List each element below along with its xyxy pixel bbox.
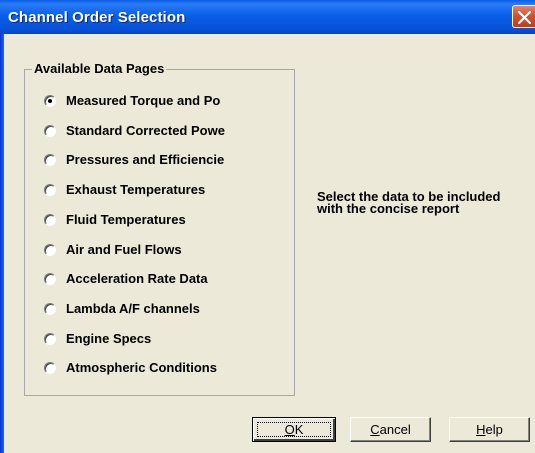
radio-button[interactable]	[44, 184, 56, 196]
close-icon	[518, 11, 531, 24]
radio-label: Lambda A/F channels	[66, 301, 200, 316]
radio-label: Atmospheric Conditions	[66, 360, 217, 375]
cancel-button[interactable]: Cancel	[350, 417, 431, 442]
info-text: Select the data to be included with the …	[317, 189, 501, 216]
radio-label: Standard Corrected Powe	[66, 123, 225, 138]
radio-button[interactable]	[44, 273, 56, 285]
focus-rectangle	[257, 422, 331, 437]
radio-label: Fluid Temperatures	[66, 212, 186, 227]
radio-option[interactable]: Atmospheric Conditions	[44, 359, 249, 377]
window-title: Channel Order Selection	[8, 9, 186, 26]
radio-button[interactable]	[44, 214, 56, 226]
radio-button[interactable]	[44, 125, 56, 137]
ok-button[interactable]: OK	[252, 417, 336, 442]
close-button[interactable]	[512, 5, 535, 28]
radio-button[interactable]	[44, 362, 56, 374]
cancel-mnemonic: C	[370, 422, 380, 437]
dialog-window: Channel Order Selection Available Data P…	[0, 0, 535, 453]
radio-option[interactable]: Standard Corrected Powe	[44, 122, 249, 140]
radio-button[interactable]	[44, 303, 56, 315]
radio-selected-dot	[48, 99, 52, 103]
radio-label: Exhaust Temperatures	[66, 182, 206, 197]
radio-button[interactable]	[44, 333, 56, 345]
radio-button[interactable]	[44, 154, 56, 166]
radio-option[interactable]: Pressures and Efficiencie	[44, 151, 249, 169]
groupbox-legend: Available Data Pages	[32, 61, 167, 76]
window-frame-left	[0, 34, 4, 453]
help-label-rest: elp	[485, 422, 503, 437]
radio-label: Acceleration Rate Data	[66, 271, 208, 286]
radio-label: Pressures and Efficiencie	[66, 152, 225, 167]
radio-label: Engine Specs	[66, 331, 152, 346]
radio-button[interactable]	[44, 95, 56, 107]
radio-option[interactable]: Fluid Temperatures	[44, 211, 249, 229]
cancel-label-rest: ancel	[379, 422, 411, 437]
radio-label: Air and Fuel Flows	[66, 242, 182, 257]
radio-option[interactable]: Lambda A/F channels	[44, 300, 249, 318]
radio-label: Measured Torque and Po	[66, 93, 221, 108]
radio-option[interactable]: Acceleration Rate Data	[44, 270, 249, 288]
help-button[interactable]: Help	[449, 417, 530, 442]
radio-button[interactable]	[44, 244, 56, 256]
radio-option[interactable]: Exhaust Temperatures	[44, 181, 249, 199]
title-bar[interactable]: Channel Order Selection	[0, 0, 535, 34]
radio-option[interactable]: Measured Torque and Po	[44, 92, 249, 110]
help-mnemonic: H	[476, 422, 486, 437]
radio-option[interactable]: Air and Fuel Flows	[44, 241, 249, 259]
radio-option[interactable]: Engine Specs	[44, 330, 249, 348]
